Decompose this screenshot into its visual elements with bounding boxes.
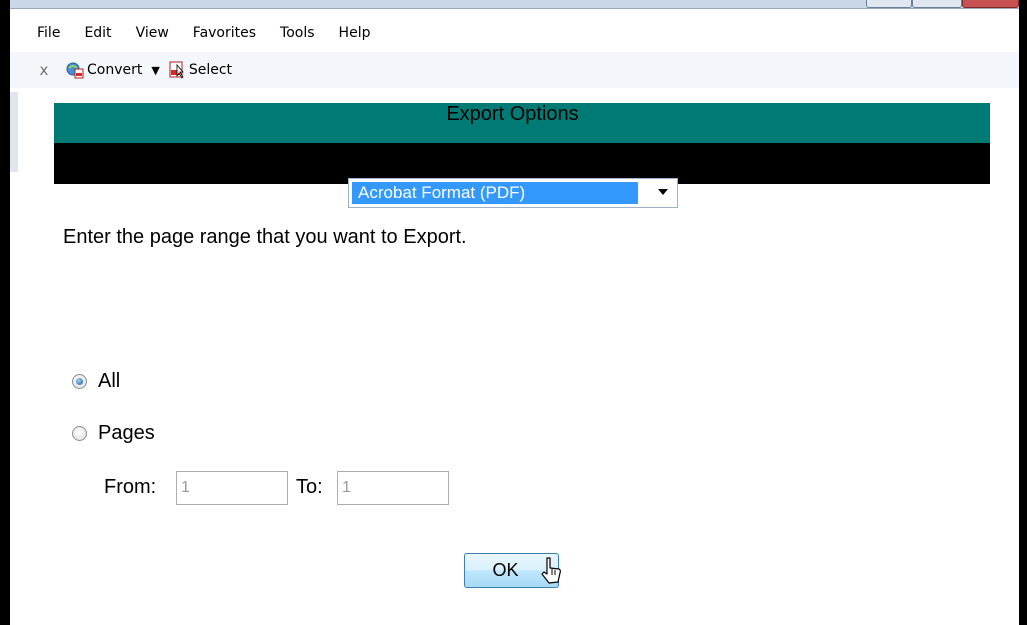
from-page-input[interactable] [176, 471, 288, 505]
close-toolbar-icon[interactable]: x [36, 61, 52, 79]
radio-pages-label: Pages [98, 422, 155, 444]
window-frame-right [1019, 0, 1027, 625]
page-range-prompt: Enter the page range that you want to Ex… [63, 226, 467, 248]
menu-edit[interactable]: Edit [84, 19, 111, 47]
from-label: From: [104, 476, 157, 498]
to-label: To: [296, 476, 323, 498]
export-format-selected-value: Acrobat Format (PDF) [352, 182, 638, 204]
page-subtitle: Please select an Export format from the … [319, 141, 706, 163]
export-format-select[interactable]: Acrobat Format (PDF) [348, 178, 678, 208]
radio-pages[interactable] [72, 426, 87, 441]
menu-bar: File Edit View Favorites Tools Help [10, 19, 1019, 47]
export-options-page [10, 92, 1019, 625]
select-label: Select [188, 62, 233, 78]
chevron-down-icon[interactable]: ▼ [151, 64, 159, 77]
maximize-button[interactable] [912, 0, 962, 8]
chevron-down-icon[interactable] [658, 189, 668, 195]
window-frame-left [0, 0, 10, 625]
menu-view[interactable]: View [136, 19, 169, 47]
select-button[interactable]: Select [168, 61, 232, 79]
menu-favorites[interactable]: Favorites [193, 19, 256, 47]
menu-help[interactable]: Help [339, 19, 371, 47]
radio-option-pages[interactable]: Pages [72, 422, 155, 445]
window-title-bar [0, 0, 1027, 9]
menu-file[interactable]: File [37, 19, 60, 47]
command-toolbar: x Convert ▼ Select [10, 52, 1019, 88]
select-pdf-icon [168, 61, 186, 79]
convert-button[interactable]: Convert ▼ [66, 61, 160, 79]
menu-tools[interactable]: Tools [280, 19, 315, 47]
radio-option-all[interactable]: All [72, 370, 120, 393]
radio-all[interactable] [72, 374, 87, 389]
to-page-input[interactable] [337, 471, 449, 505]
radio-all-label: All [98, 370, 121, 392]
ok-button-label: OK [492, 560, 519, 580]
close-window-button[interactable] [962, 0, 1019, 8]
minimize-button[interactable] [866, 0, 912, 8]
page-title: Export Options [446, 103, 579, 125]
convert-pdf-icon [66, 61, 84, 79]
convert-label: Convert [87, 62, 143, 78]
ok-button[interactable]: OK [464, 553, 559, 588]
